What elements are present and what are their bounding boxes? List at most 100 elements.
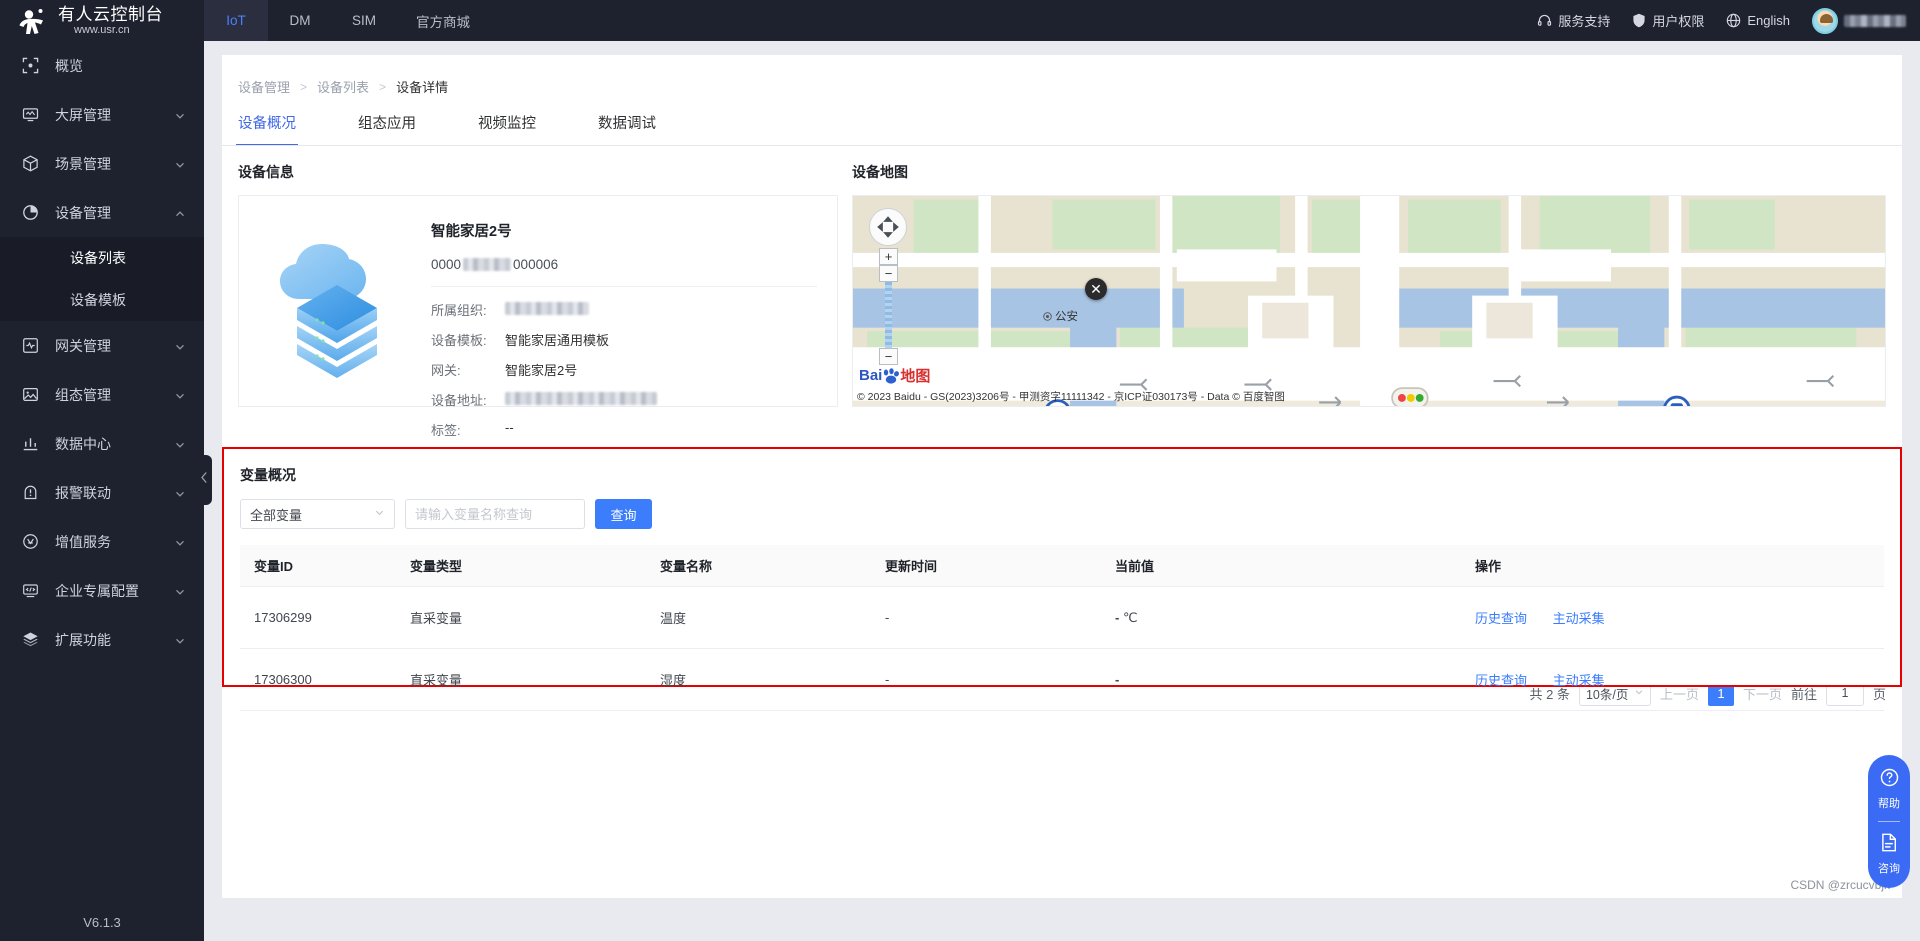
cell-updated-time: - bbox=[885, 648, 1115, 711]
bar-chart-icon bbox=[22, 435, 39, 452]
overview-icon bbox=[22, 57, 39, 74]
history-query-link[interactable]: 历史查询 bbox=[1475, 673, 1527, 688]
sidebar-item-enterprise-config[interactable]: 企业专属配置 bbox=[0, 566, 204, 615]
device-map[interactable]: + − − ✕ 公安 Bai 地图 © 2023 Baidu - GS(2023… bbox=[852, 195, 1886, 407]
plus-icon[interactable]: + bbox=[879, 248, 898, 265]
tab-configuration-app[interactable]: 组态应用 bbox=[358, 112, 416, 146]
cell-variable-id: 17306300 bbox=[240, 648, 410, 711]
breadcrumb-item-device-management[interactable]: 设备管理 bbox=[238, 77, 290, 96]
consult-label: 咨询 bbox=[1878, 863, 1900, 875]
sidebar-item-configuration[interactable]: 组态管理 bbox=[0, 370, 204, 419]
brand-subtitle: www.usr.cn bbox=[74, 23, 130, 36]
value-unit: ℃ bbox=[1122, 609, 1138, 625]
sidebar-item-device-list[interactable]: 设备列表 bbox=[0, 237, 204, 279]
baidu-logo-text: Bai bbox=[859, 367, 883, 384]
user-menu[interactable] bbox=[1812, 7, 1906, 34]
topnav-item-dm[interactable]: DM bbox=[268, 0, 332, 41]
table-row: 17306300 直采变量 湿度 - - 历史查询 主动采集 bbox=[240, 648, 1884, 711]
field-label: 所属组织: bbox=[431, 303, 487, 318]
tab-data-debug[interactable]: 数据调试 bbox=[598, 112, 656, 146]
pie-chart-icon bbox=[22, 204, 39, 221]
field-value: -- bbox=[505, 420, 514, 435]
variable-type-select-value: 全部变量 bbox=[250, 507, 303, 523]
cell-actions: 历史查询 主动采集 bbox=[1475, 648, 1884, 711]
service-support-button[interactable]: 服务支持 bbox=[1537, 11, 1610, 30]
map-canvas bbox=[853, 196, 1885, 406]
sidebar-item-data-center[interactable]: 数据中心 bbox=[0, 419, 204, 468]
sidebar-item-bigscreen[interactable]: 大屏管理 bbox=[0, 90, 204, 139]
sidebar-submenu-device: 设备列表 设备模板 bbox=[0, 237, 204, 321]
cell-current-value: - bbox=[1115, 648, 1475, 711]
sidebar-collapse-button[interactable] bbox=[196, 455, 212, 505]
active-collect-link[interactable]: 主动采集 bbox=[1553, 673, 1605, 688]
sidebar-item-label: 网关管理 bbox=[55, 337, 111, 354]
cell-variable-type: 直采变量 bbox=[410, 586, 660, 649]
pan-control-icon[interactable] bbox=[869, 208, 907, 246]
service-support-label: 服务支持 bbox=[1558, 14, 1611, 29]
column-header-name: 变量名称 bbox=[660, 545, 885, 587]
cell-updated-time: - bbox=[885, 586, 1115, 649]
table-row: 17306299 直采变量 温度 - - ℃ 历史查询 主动采集 bbox=[240, 586, 1884, 649]
help-button[interactable]: 帮助 bbox=[1878, 764, 1900, 814]
variable-overview-title: 变量概况 bbox=[240, 467, 296, 483]
sidebar-item-value-added[interactable]: 增值服务 bbox=[0, 517, 204, 566]
device-sn-masked bbox=[463, 258, 512, 271]
tab-video-monitor[interactable]: 视频监控 bbox=[478, 112, 536, 146]
chevron-down-icon bbox=[174, 487, 186, 499]
consult-button[interactable]: 咨询 bbox=[1878, 829, 1900, 879]
topnav-item-iot[interactable]: IoT bbox=[204, 0, 268, 41]
breadcrumb-item-device-list[interactable]: 设备列表 bbox=[317, 77, 369, 96]
help-label: 帮助 bbox=[1878, 798, 1900, 810]
topnav-item-shop[interactable]: 官方商城 bbox=[396, 0, 490, 41]
image-icon bbox=[22, 386, 39, 403]
column-header-id: 变量ID bbox=[240, 545, 410, 587]
brand-logo-area[interactable]: 有人云控制台 www.usr.cn bbox=[0, 0, 204, 41]
minus-icon[interactable]: − bbox=[879, 265, 898, 282]
sidebar-item-device-management[interactable]: 设备管理 bbox=[0, 188, 204, 237]
device-map-column: 设备地图 + − − ✕ 公安 Bai 地图 © 2023 Baidu - GS… bbox=[852, 162, 1886, 407]
overview-columns: 设备信息 智能家居2号 0000 000006 所属组织: 设备模板: 智能家居… bbox=[222, 146, 1902, 468]
device-sn-suffix: 000006 bbox=[513, 257, 559, 272]
float-help-widget: 帮助 咨询 bbox=[1868, 755, 1910, 888]
current-value: - bbox=[1115, 609, 1120, 625]
device-field-org: 所属组织: bbox=[431, 300, 817, 319]
topnav-item-sim[interactable]: SIM bbox=[332, 0, 396, 41]
zoom-slider-track[interactable] bbox=[885, 282, 892, 348]
sidebar-item-extensions[interactable]: 扩展功能 bbox=[0, 615, 204, 664]
variable-type-select[interactable]: 全部变量 bbox=[240, 499, 395, 529]
device-info-card: 智能家居2号 0000 000006 所属组织: 设备模板: 智能家居通用模板 … bbox=[238, 195, 838, 468]
layers-icon bbox=[22, 631, 39, 648]
device-field-address: 设备地址: bbox=[431, 390, 817, 409]
sidebar-item-alarm[interactable]: 报警联动 bbox=[0, 468, 204, 517]
device-info-fields: 智能家居2号 0000 000006 所属组织: 设备模板: 智能家居通用模板 … bbox=[431, 214, 817, 468]
active-collect-link[interactable]: 主动采集 bbox=[1553, 611, 1605, 626]
map-attribution: © 2023 Baidu - GS(2023)3206号 - 甲测资字11111… bbox=[857, 391, 1285, 403]
tab-device-overview[interactable]: 设备概况 bbox=[236, 112, 298, 146]
sidebar: 概览 大屏管理 场景管理 设备管理 设备列表 设备模板 网关管理 组态管理 数据… bbox=[0, 41, 204, 941]
headset-icon bbox=[1537, 13, 1552, 28]
brand-title: 有人云控制台 bbox=[58, 4, 163, 24]
device-map-title: 设备地图 bbox=[852, 164, 908, 180]
history-query-link[interactable]: 历史查询 bbox=[1475, 611, 1527, 626]
device-field-tag: 标签: -- bbox=[431, 420, 817, 439]
field-value: 智能家居通用模板 bbox=[505, 333, 610, 348]
zoom-reset-icon[interactable]: − bbox=[879, 348, 898, 365]
map-zoom-control[interactable]: + − − bbox=[879, 248, 898, 365]
sidebar-item-label: 概览 bbox=[55, 57, 83, 74]
sidebar-item-label: 组态管理 bbox=[55, 386, 111, 403]
cell-actions: 历史查询 主动采集 bbox=[1475, 586, 1884, 649]
breadcrumb: 设备管理 > 设备列表 > 设备详情 bbox=[222, 55, 1902, 96]
close-marker-icon[interactable]: ✕ bbox=[1085, 278, 1107, 300]
sidebar-item-device-template[interactable]: 设备模板 bbox=[0, 279, 204, 321]
query-button[interactable]: 查询 bbox=[595, 499, 652, 529]
sidebar-item-gateway[interactable]: 网关管理 bbox=[0, 321, 204, 370]
user-permission-button[interactable]: 用户权限 bbox=[1632, 11, 1704, 30]
variable-search-input[interactable] bbox=[405, 499, 585, 529]
column-header-type: 变量类型 bbox=[410, 545, 660, 587]
language-switch-button[interactable]: English bbox=[1726, 13, 1790, 28]
top-nav: IoT DM SIM 官方商城 bbox=[204, 0, 490, 41]
chevron-down-icon bbox=[174, 634, 186, 646]
sidebar-item-overview[interactable]: 概览 bbox=[0, 41, 204, 90]
question-circle-icon bbox=[1879, 767, 1900, 793]
sidebar-item-scene[interactable]: 场景管理 bbox=[0, 139, 204, 188]
